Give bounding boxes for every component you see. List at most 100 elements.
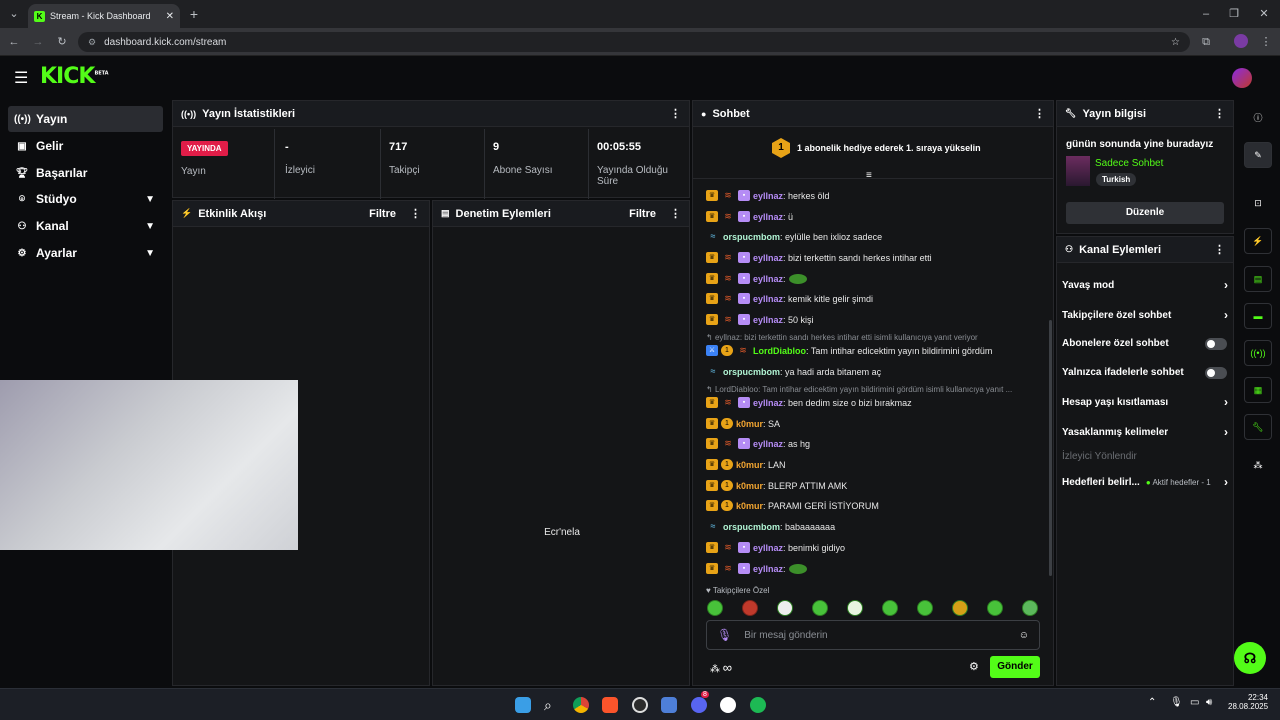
- info-icon[interactable]: ⓘ: [1244, 104, 1272, 130]
- more-options-icon[interactable]: ⋮: [670, 207, 681, 220]
- emote-icon[interactable]: [812, 600, 828, 616]
- tab-search-icon[interactable]: ⌄: [4, 4, 24, 24]
- microphone-icon[interactable]: 🎙︎: [717, 628, 732, 642]
- reply-context[interactable]: ↰ LordDiabloo: Tam intihar edicektim yay…: [706, 385, 1012, 394]
- chat-message[interactable]: ≈ orspucmbom: ya hadi arda bitanem aç: [706, 366, 882, 377]
- bolt-icon[interactable]: ⚡: [1244, 228, 1272, 254]
- bookmark-star-icon[interactable]: ☆: [1171, 37, 1180, 48]
- more-widgets-icon[interactable]: ⁂: [1244, 452, 1272, 478]
- sidebar-item-yayin[interactable]: ((•)) Yayın: [8, 106, 163, 132]
- chat-username[interactable]: orspucmbom: [723, 232, 780, 242]
- chrome-icon[interactable]: [573, 697, 589, 713]
- layout-icon[interactable]: ▦: [1244, 377, 1272, 403]
- emote-icon[interactable]: [847, 600, 863, 616]
- support-headset-icon[interactable]: ☊: [1234, 642, 1266, 674]
- account-age-row[interactable]: Hesap yaşı kısıtlaması ›: [1062, 395, 1228, 409]
- chat-icon[interactable]: ▬: [1244, 303, 1272, 329]
- chat-username[interactable]: orspucmbom: [723, 522, 780, 532]
- kick-logo[interactable]: KICKBETA: [40, 64, 109, 89]
- chat-scrollbar[interactable]: [1049, 320, 1052, 576]
- forward-icon[interactable]: →: [28, 32, 48, 52]
- more-options-icon[interactable]: ⋮: [1214, 243, 1225, 256]
- sidebar-item-kanal[interactable]: ⚇ Kanal ▼: [8, 213, 163, 239]
- hamburger-menu-icon[interactable]: ☰: [14, 68, 28, 88]
- chat-message[interactable]: ♛ ≋ ▪ eyllnaz:: [706, 273, 807, 284]
- taskbar-clock[interactable]: 22:34 28.08.2025: [1228, 693, 1268, 711]
- followers-only-row[interactable]: Takipçilere özel sohbet ›: [1062, 308, 1228, 322]
- chat-message[interactable]: ♛ 1 k0mur: SA: [706, 418, 780, 429]
- emote-icon[interactable]: [742, 600, 758, 616]
- webcam-preview[interactable]: [0, 380, 298, 550]
- emote-icon[interactable]: [917, 600, 933, 616]
- discord-icon[interactable]: 8: [691, 691, 709, 713]
- reload-icon[interactable]: ↻: [52, 32, 72, 52]
- chat-message-input[interactable]: 🎙︎ Bir mesaj gönderin ☺: [706, 620, 1040, 650]
- clipboard-icon[interactable]: ▤: [1244, 266, 1272, 292]
- subscribers-only-toggle[interactable]: [1205, 338, 1227, 350]
- more-options-icon[interactable]: ⋮: [670, 107, 681, 120]
- chat-message[interactable]: ♛ ≋ ▪ eyllnaz: as hg: [706, 438, 810, 449]
- emotes-only-toggle[interactable]: [1205, 367, 1227, 379]
- extensions-icon[interactable]: ⧉: [1196, 32, 1216, 52]
- restore-icon[interactable]: ❐: [1224, 4, 1244, 24]
- chat-message[interactable]: ♛ ≋ ▪ eyllnaz: ben dedim size o bizi bırakm…: [706, 397, 912, 408]
- emote-icon[interactable]: [882, 600, 898, 616]
- chat-message[interactable]: ♛ ≋ ▪ eyllnaz:: [706, 563, 807, 574]
- edit-stream-button[interactable]: Düzenle: [1066, 202, 1224, 224]
- browser-tab[interactable]: K Stream - Kick Dashboard ✕: [28, 4, 180, 28]
- monitor-icon[interactable]: ▭: [1190, 697, 1199, 708]
- chat-message[interactable]: ♛ ≋ ▪ eyllnaz: 50 kişi: [706, 314, 814, 325]
- chat-username[interactable]: orspucmbom: [723, 367, 780, 377]
- volume-icon[interactable]: 🔊︎: [1206, 697, 1212, 708]
- back-icon[interactable]: ←: [4, 32, 24, 52]
- more-options-icon[interactable]: ⋮: [1034, 107, 1045, 120]
- screen-icon[interactable]: ⊡: [1244, 190, 1272, 216]
- more-options-icon[interactable]: ⋮: [410, 207, 421, 220]
- sidebar-item-basarilar[interactable]: 🏆︎ Başarılar: [8, 160, 163, 186]
- user-avatar[interactable]: [1232, 68, 1252, 88]
- chat-username[interactable]: eyllnaz: [753, 398, 783, 408]
- wrench-icon[interactable]: 🔧︎: [1244, 414, 1272, 440]
- chat-settings-gear-icon[interactable]: ⚙: [969, 660, 979, 673]
- chat-message[interactable]: ♛ ≋ ▪ eyllnaz: benimki gidiyo: [706, 542, 845, 553]
- minimize-icon[interactable]: –: [1196, 4, 1216, 24]
- app-icon[interactable]: [720, 697, 736, 713]
- chat-username[interactable]: eyllnaz: [753, 543, 783, 553]
- chat-username[interactable]: LordDiabloo: [753, 346, 806, 356]
- app-icon[interactable]: [661, 697, 677, 713]
- banned-words-row[interactable]: Yasaklanmış kelimeler ›: [1062, 425, 1228, 439]
- sidebar-item-studyo[interactable]: ⌾ Stüdyo ▼: [8, 186, 163, 212]
- spotify-icon[interactable]: [750, 697, 766, 713]
- chat-username[interactable]: eyllnaz: [753, 315, 783, 325]
- tray-chevron-icon[interactable]: ⌃: [1148, 697, 1156, 708]
- chat-username[interactable]: eyllnaz: [753, 212, 783, 222]
- slow-mode-row[interactable]: Yavaş mod ›: [1062, 278, 1228, 292]
- browser-menu-icon[interactable]: ⋮: [1256, 32, 1276, 52]
- chat-username[interactable]: k0mur: [736, 419, 763, 429]
- chat-message[interactable]: ♛ 1 k0mur: PARAMI GERİ İSTİYORUM: [706, 500, 879, 511]
- windows-start-icon[interactable]: [515, 697, 531, 713]
- obs-icon[interactable]: [632, 697, 648, 713]
- sidebar-item-ayarlar[interactable]: ⚙ Ayarlar ▼: [8, 240, 163, 266]
- chat-username[interactable]: eyllnaz: [753, 253, 783, 263]
- chat-username[interactable]: eyllnaz: [753, 439, 783, 449]
- chat-username[interactable]: eyllnaz: [753, 191, 783, 201]
- chat-message[interactable]: ⚔ 1 ≋ LordDiabloo: Tam intihar edicektim ya…: [706, 345, 992, 356]
- broadcast-icon[interactable]: ((•)): [1244, 340, 1272, 366]
- site-info-icon[interactable]: ⚙: [88, 37, 96, 48]
- microphone-icon[interactable]: 🎙︎: [1170, 697, 1183, 708]
- goals-row[interactable]: Hedefleri belirl... ● Aktif hedefler - 1 ›: [1062, 475, 1228, 489]
- chat-message[interactable]: ♛ ≋ ▪ eyllnaz: kemik kitle gelir şimdi: [706, 293, 873, 304]
- chat-message[interactable]: ≈ orspucmbom: babaaaaaaa: [706, 521, 836, 532]
- tab-close-icon[interactable]: ✕: [166, 11, 174, 22]
- chat-message[interactable]: ♛ 1 k0mur: LAN: [706, 459, 786, 470]
- send-button[interactable]: Gönder: [990, 656, 1040, 678]
- emote-icon[interactable]: [1022, 600, 1038, 616]
- chat-username[interactable]: eyllnaz: [753, 294, 783, 304]
- filter-button[interactable]: Filtre: [369, 208, 396, 220]
- chat-username[interactable]: k0mur: [736, 460, 763, 470]
- window-close-icon[interactable]: ✕: [1254, 4, 1274, 24]
- sidebar-item-gelir[interactable]: ▣ Gelir: [8, 133, 163, 159]
- chat-username[interactable]: k0mur: [736, 481, 763, 491]
- emote-icon[interactable]: [987, 600, 1003, 616]
